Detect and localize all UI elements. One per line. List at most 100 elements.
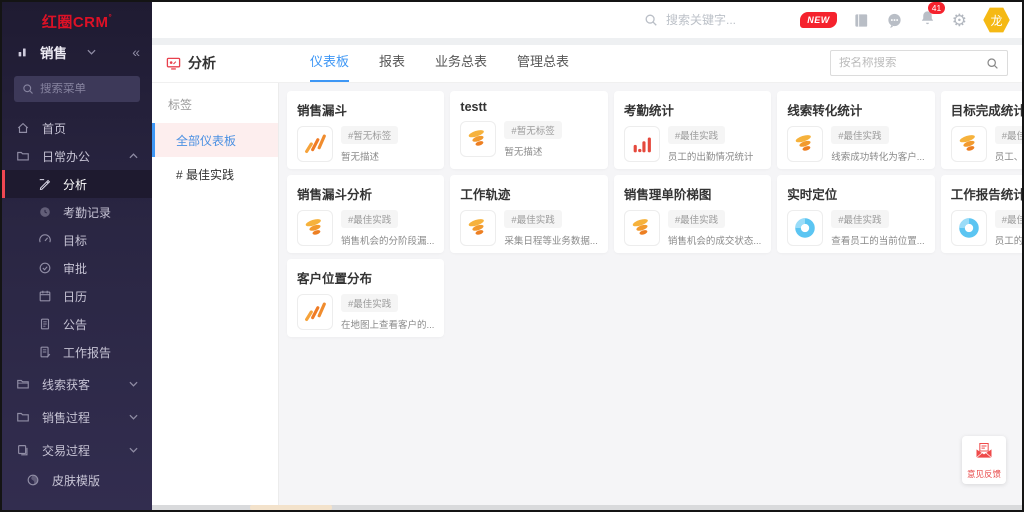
dashboard-card[interactable]: 目标完成统计 #最佳实践 员工、部门或其他业... bbox=[941, 91, 1022, 169]
trend-chart-icon bbox=[302, 131, 328, 157]
funnel-chart-icon bbox=[465, 126, 491, 152]
feedback-label: 意见反馈 bbox=[964, 468, 1004, 480]
app-window: 红圈CRM° 销售 « 首页 日常办公 分析 考勤记录 bbox=[0, 0, 1024, 512]
scrollbar-thumb[interactable] bbox=[250, 505, 332, 510]
sidebar-item-sales-process[interactable]: 销售过程 bbox=[2, 402, 152, 432]
chevron-down-icon[interactable] bbox=[87, 49, 96, 55]
tag-item-all-dashboards[interactable]: 全部仪表板 bbox=[152, 123, 278, 157]
card-title: 目标完成统计 bbox=[951, 100, 1022, 119]
funnel-chart-icon bbox=[792, 131, 818, 157]
card-description: 查看员工的当前位置... bbox=[831, 233, 924, 247]
search-icon bbox=[22, 83, 34, 95]
horizontal-scrollbar[interactable] bbox=[152, 505, 1022, 510]
tag-item-best-practice[interactable]: # 最佳实践 bbox=[152, 157, 278, 191]
new-badge[interactable]: NEW bbox=[800, 12, 837, 28]
card-description: 员工的出勤情况统计 bbox=[668, 149, 754, 163]
sidebar-item-skin-template[interactable]: 皮肤模版 bbox=[2, 466, 152, 494]
card-title: 销售理单阶梯图 bbox=[624, 184, 761, 203]
palette-icon bbox=[26, 473, 40, 487]
sidebar-item-announcement[interactable]: 公告 bbox=[2, 310, 152, 338]
card-description: 线索成功转化为客户... bbox=[831, 149, 924, 163]
tags-panel-header: 标签 bbox=[152, 83, 278, 123]
card-title: 线索转化统计 bbox=[787, 100, 924, 119]
sidebar-collapse-icon[interactable]: « bbox=[132, 44, 140, 60]
sidebar-search-input[interactable] bbox=[40, 83, 132, 95]
funnel-chart-icon bbox=[956, 131, 982, 157]
card-tag: #最佳实践 bbox=[341, 210, 398, 228]
card-thumbnail bbox=[624, 126, 660, 162]
clock-icon bbox=[38, 205, 52, 219]
announcement-icon bbox=[38, 317, 52, 331]
card-title: testt bbox=[460, 100, 597, 114]
notifications[interactable]: 41 bbox=[919, 9, 936, 31]
feedback-button[interactable]: 意见反馈 bbox=[962, 436, 1006, 484]
dashboard-card[interactable]: 考勤统计 #最佳实践 员工的出勤情况统计 bbox=[614, 91, 771, 169]
card-thumbnail bbox=[460, 121, 496, 157]
name-search[interactable] bbox=[830, 50, 1008, 76]
tab-dashboard[interactable]: 仪表板 bbox=[310, 44, 349, 82]
card-thumbnail bbox=[951, 210, 987, 246]
card-thumbnail bbox=[297, 210, 333, 246]
dashboard-card[interactable]: 线索转化统计 #最佳实践 线索成功转化为客户... bbox=[777, 91, 934, 169]
funnel-chart-icon bbox=[629, 215, 655, 241]
dashboard-card[interactable]: 实时定位 #最佳实践 查看员工的当前位置... bbox=[777, 175, 934, 253]
card-thumbnail bbox=[460, 210, 496, 246]
message-icon[interactable] bbox=[886, 12, 903, 29]
dashboard-card[interactable]: 客户位置分布 #最佳实践 在地图上查看客户的... bbox=[287, 259, 444, 337]
sidebar-item-lead-acquisition[interactable]: 线索获客 bbox=[2, 369, 152, 399]
sidebar-item-daily-office[interactable]: 日常办公 bbox=[2, 142, 152, 170]
global-search[interactable] bbox=[644, 13, 796, 27]
chevron-down-icon bbox=[129, 381, 138, 387]
global-search-input[interactable] bbox=[666, 13, 796, 27]
tags-panel: 标签 全部仪表板 # 最佳实践 bbox=[152, 83, 279, 510]
feedback-envelope-icon bbox=[974, 441, 994, 461]
card-tag: #暂无标签 bbox=[504, 121, 561, 139]
sidebar-item-calendar[interactable]: 日历 bbox=[2, 282, 152, 310]
dashboard-card-grid: 销售漏斗 #暂无标签 暂无描述 testt #暂无标签 bbox=[287, 91, 1014, 337]
funnel-chart-icon bbox=[465, 215, 491, 241]
book-icon[interactable] bbox=[853, 12, 870, 29]
card-description: 在地图上查看客户的... bbox=[341, 317, 434, 331]
card-description: 员工的日报、周报和... bbox=[995, 233, 1022, 247]
chevron-down-icon bbox=[129, 414, 138, 420]
dashboard-card[interactable]: 销售漏斗 #暂无标签 暂无描述 bbox=[287, 91, 444, 169]
folder-icon bbox=[16, 410, 30, 424]
workspace-switcher[interactable]: 销售 « bbox=[2, 40, 152, 66]
dashboard-card[interactable]: 销售理单阶梯图 #最佳实践 销售机会的成交状态... bbox=[614, 175, 771, 253]
search-icon[interactable] bbox=[986, 57, 999, 70]
sidebar-item-home[interactable]: 首页 bbox=[2, 114, 152, 142]
card-thumbnail bbox=[624, 210, 660, 246]
dashboard-card[interactable]: 工作轨迹 #最佳实践 采集日程等业务数据... bbox=[450, 175, 607, 253]
card-description: 暂无描述 bbox=[504, 144, 561, 158]
tab-reports[interactable]: 报表 bbox=[379, 44, 405, 82]
avatar[interactable]: 龙 bbox=[983, 7, 1010, 34]
sidebar-item-analysis[interactable]: 分析 bbox=[2, 170, 152, 198]
dashboard-card[interactable]: 工作报告统计 #最佳实践 员工的日报、周报和... bbox=[941, 175, 1022, 253]
sidebar-menu-search[interactable] bbox=[14, 76, 140, 102]
sidebar: 红圈CRM° 销售 « 首页 日常办公 分析 考勤记录 bbox=[2, 2, 152, 510]
sidebar-item-attendance[interactable]: 考勤记录 bbox=[2, 198, 152, 226]
tab-business-summary[interactable]: 业务总表 bbox=[435, 44, 487, 82]
card-description: 销售机会的成交状态... bbox=[668, 233, 761, 247]
tab-management-summary[interactable]: 管理总表 bbox=[517, 44, 569, 82]
header-icons: NEW 41 ⚙ 龙 bbox=[800, 7, 1010, 34]
name-search-input[interactable] bbox=[839, 57, 986, 69]
analysis-monitor-icon bbox=[166, 56, 181, 71]
sidebar-item-work-report[interactable]: 工作报告 bbox=[2, 338, 152, 366]
dashboard-card[interactable]: 销售漏斗分析 #最佳实践 销售机会的分阶段漏... bbox=[287, 175, 444, 253]
card-title: 工作轨迹 bbox=[460, 184, 597, 203]
gauge-icon bbox=[38, 233, 52, 247]
sidebar-item-goals[interactable]: 目标 bbox=[2, 226, 152, 254]
dashboard-card[interactable]: testt #暂无标签 暂无描述 bbox=[450, 91, 607, 169]
card-title: 考勤统计 bbox=[624, 100, 761, 119]
report-icon bbox=[38, 345, 52, 359]
sidebar-item-approval[interactable]: 审批 bbox=[2, 254, 152, 282]
sidebar-item-deal-process[interactable]: 交易过程 bbox=[2, 435, 152, 465]
donut-chart-icon bbox=[792, 215, 818, 241]
card-title: 销售漏斗分析 bbox=[297, 184, 434, 203]
card-tag: #最佳实践 bbox=[668, 126, 725, 144]
card-title: 实时定位 bbox=[787, 184, 924, 203]
card-description: 员工、部门或其他业... bbox=[995, 149, 1022, 163]
gear-icon[interactable]: ⚙ bbox=[952, 12, 967, 29]
app-logo: 红圈CRM° bbox=[2, 2, 152, 40]
